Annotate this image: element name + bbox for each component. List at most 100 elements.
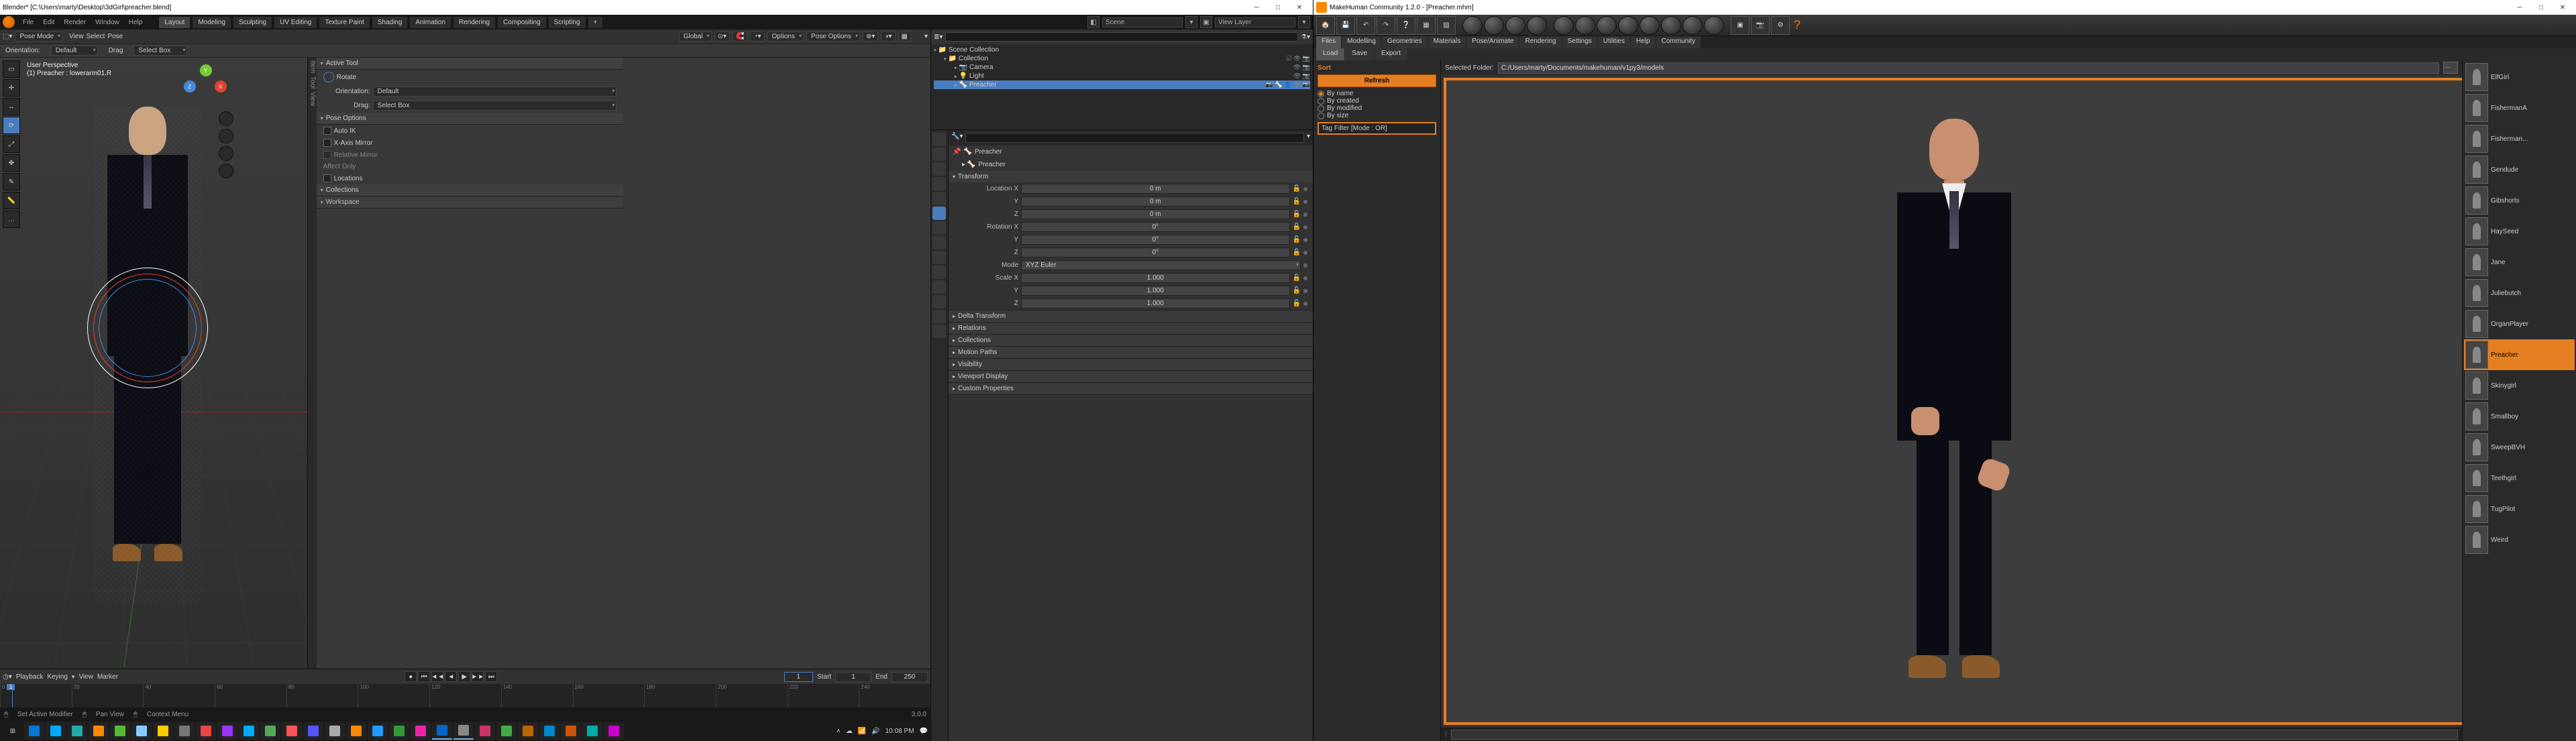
start-frame[interactable]: 1	[835, 672, 871, 682]
model-list-item[interactable]: Smallboy	[2464, 401, 2575, 432]
gizmo-y-axis-icon[interactable]: Y	[200, 64, 212, 76]
next-key-icon[interactable]: ►►	[472, 671, 484, 682]
model-list-item[interactable]: OrganPlayer	[2464, 308, 2575, 339]
taskbar-app-icon[interactable]	[432, 722, 452, 740]
taskbar-app-icon[interactable]	[475, 722, 495, 740]
taskbar-app-icon[interactable]	[325, 722, 345, 740]
model-list-item[interactable]: HaySeed	[2464, 216, 2575, 247]
tool-extra-icon[interactable]: …	[3, 211, 20, 228]
sort-radio-row[interactable]: By modified	[1318, 105, 1436, 112]
tree-preacher[interactable]: ▸🦴 Preacher📷 🦴 👤 👁 📷	[934, 80, 1310, 89]
taskbar-app-icon[interactable]	[131, 722, 152, 740]
menu-help[interactable]: Help	[125, 17, 147, 27]
end-frame[interactable]: 250	[892, 672, 928, 682]
mh-tab[interactable]: Utilities	[1598, 36, 1630, 48]
mh-tb-pose1-icon[interactable]	[1462, 16, 1483, 35]
taskbar-app-icon[interactable]	[539, 722, 559, 740]
hdr-menu-select[interactable]: Select	[87, 33, 105, 40]
npanel-tab-item[interactable]: Item	[309, 60, 317, 73]
tool-annotate-icon[interactable]: ✎	[3, 173, 20, 190]
mh-status-input[interactable]	[1451, 730, 2458, 740]
mh-tb-grid-icon[interactable]: ▦	[1417, 16, 1436, 35]
viewlayer-field[interactable]: View Layer	[1215, 17, 1295, 27]
mh-tb-pose3-icon[interactable]	[1505, 16, 1525, 35]
mh-minimize-button[interactable]: ─	[2509, 0, 2530, 15]
transform-orient[interactable]: Global	[679, 32, 712, 42]
taskbar-app-icon[interactable]	[411, 722, 431, 740]
loc-y[interactable]: 0 m	[1021, 196, 1290, 207]
prev-key-icon[interactable]: ◄◄	[431, 671, 443, 682]
keyframe-dot[interactable]	[1303, 200, 1307, 204]
mh-tb-sym3-icon[interactable]	[1597, 16, 1617, 35]
model-list-item[interactable]: Fisherman...	[2464, 123, 2575, 154]
tl-menu-keying[interactable]: Keying	[47, 673, 68, 681]
mh-tb-checker-icon[interactable]: ▨	[1437, 16, 1456, 35]
snap-icon[interactable]: 🧲	[733, 32, 747, 42]
prop-tab-object-icon[interactable]	[932, 207, 946, 220]
mh-tb-settings-icon[interactable]: ⚙	[1771, 16, 1790, 35]
mh-tab[interactable]: Modelling	[1342, 36, 1381, 48]
lock-icon[interactable]: 🔓	[1293, 198, 1301, 205]
prop-tab-boneconstraint-icon[interactable]	[932, 310, 946, 323]
mh-tab[interactable]: Files	[1316, 36, 1341, 48]
lock-icon[interactable]: 🔓	[1293, 249, 1301, 256]
taskbar-app-icon[interactable]	[282, 722, 302, 740]
keyframe-dot[interactable]	[1303, 251, 1307, 255]
hdr-menu-view[interactable]: View	[69, 33, 84, 40]
pose-options-dropdown[interactable]: Pose Options	[806, 32, 860, 42]
ts-orientation[interactable]: Default	[51, 46, 98, 56]
mh-tab[interactable]: Materials	[1428, 36, 1466, 48]
taskbar-app-icon[interactable]	[260, 722, 280, 740]
taskbar-app-icon[interactable]	[389, 722, 409, 740]
radio-icon[interactable]	[1318, 113, 1324, 119]
menu-render[interactable]: Render	[60, 17, 90, 27]
tl-menu-view[interactable]: View	[78, 673, 93, 681]
prop-tab-modifier-icon[interactable]	[932, 221, 946, 235]
keyframe-dot[interactable]	[1303, 187, 1307, 191]
taskbar-app-icon[interactable]	[303, 722, 323, 740]
menu-edit[interactable]: Edit	[39, 17, 58, 27]
jump-end-icon[interactable]: ⏭	[485, 671, 497, 682]
pivot-icon[interactable]: ⊙▾	[714, 32, 730, 42]
mh-subtab[interactable]: Save	[1345, 48, 1374, 60]
ts-selectbox[interactable]: Select Box	[133, 46, 187, 56]
tl-menu-playback[interactable]: Playback	[16, 673, 44, 681]
outliner-editor-icon[interactable]: ≣▾	[934, 34, 943, 41]
notif-icon[interactable]: 💬	[920, 728, 928, 735]
keyframe-dot[interactable]	[1303, 225, 1307, 229]
mh-tb-sym-icon[interactable]	[1554, 16, 1574, 35]
model-list-item[interactable]: Gibshorts	[2464, 185, 2575, 216]
prop-tab-particles-icon[interactable]	[932, 236, 946, 249]
mh-tb-cam-icon[interactable]: 📷	[1751, 16, 1770, 35]
radio-icon[interactable]	[1318, 91, 1324, 97]
taskbar-app-icon[interactable]	[561, 722, 581, 740]
camera-view-icon[interactable]	[219, 146, 233, 161]
current-frame[interactable]: 1	[784, 672, 814, 682]
lock-icon[interactable]: 🔓	[1293, 223, 1301, 231]
gizmo-toggle-icon[interactable]: ⊕▾	[863, 32, 878, 42]
filter-icon[interactable]: ⚗▾	[1301, 34, 1310, 41]
mh-tab[interactable]: Community	[1656, 36, 1701, 48]
prop-tab-render-icon[interactable]	[932, 133, 946, 146]
mh-subtab[interactable]: Load	[1316, 48, 1344, 60]
rot-y[interactable]: 0°	[1021, 235, 1290, 245]
tool-rotate-icon[interactable]: ⟳	[3, 117, 20, 134]
taskbar-app-icon[interactable]	[582, 722, 602, 740]
tool-move-icon[interactable]: ↔	[3, 98, 20, 115]
loc-x[interactable]: 0 m	[1021, 184, 1290, 194]
zoom-icon[interactable]	[219, 111, 233, 126]
tab-add[interactable]: +	[588, 17, 603, 28]
mh-tab[interactable]: Geometries	[1382, 36, 1428, 48]
taskbar-app-icon[interactable]	[46, 722, 66, 740]
prop-tab-bone-icon[interactable]	[932, 295, 946, 308]
persp-ortho-icon[interactable]	[219, 164, 233, 178]
sec-active-tool[interactable]: Active Tool	[317, 58, 624, 70]
mh-close-button[interactable]: ✕	[2552, 0, 2573, 15]
prop-tab-viewlayer-icon[interactable]	[932, 162, 946, 176]
taskbar-app-icon[interactable]	[496, 722, 517, 740]
mh-tab[interactable]: Rendering	[1519, 36, 1561, 48]
close-button[interactable]: ✕	[1289, 0, 1310, 15]
tray-up-icon[interactable]: ˄	[837, 728, 841, 735]
sort-radio-row[interactable]: By name	[1318, 90, 1436, 97]
keyframe-dot[interactable]	[1303, 289, 1307, 293]
